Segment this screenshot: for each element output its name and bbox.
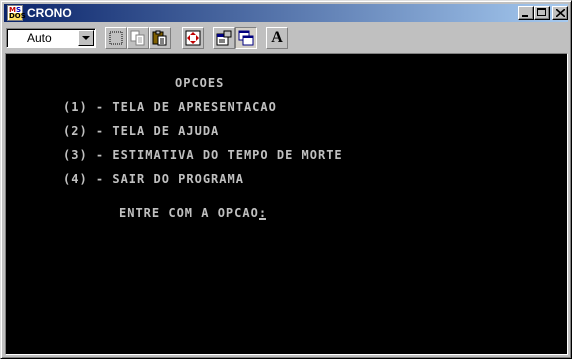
console-screen[interactable]: OPCOES (1) - TELA DE APRESENTACAO (2) - … bbox=[5, 53, 568, 355]
menu-option: (2) - TELA DE AJUDA bbox=[63, 124, 220, 138]
text-cursor bbox=[259, 218, 266, 220]
menu-heading: OPCOES bbox=[175, 76, 225, 90]
close-icon bbox=[556, 9, 565, 17]
maximize-icon bbox=[537, 8, 546, 16]
mark-icon bbox=[109, 31, 123, 45]
ms-dos-icon[interactable]: M S DOS bbox=[7, 5, 26, 21]
menu-option: (3) - ESTIMATIVA DO TEMPO DE MORTE bbox=[63, 148, 343, 162]
dropdown-button[interactable] bbox=[78, 30, 94, 46]
chevron-down-icon bbox=[82, 36, 90, 40]
copy-button[interactable] bbox=[127, 27, 149, 49]
font-size-select[interactable]: Auto bbox=[6, 28, 96, 48]
close-button[interactable] bbox=[552, 6, 568, 20]
background-button[interactable] bbox=[235, 27, 257, 49]
fullscreen-icon bbox=[185, 30, 201, 46]
title-bar[interactable]: M S DOS CRONO bbox=[4, 4, 568, 22]
paste-icon bbox=[152, 30, 167, 46]
menu-option: (4) - SAIR DO PROGRAMA bbox=[63, 172, 244, 186]
properties-icon bbox=[216, 30, 232, 46]
input-prompt: ENTRE COM A OPCAO: bbox=[119, 206, 268, 220]
fullscreen-button[interactable] bbox=[182, 27, 204, 49]
font-icon: A bbox=[271, 29, 283, 46]
toolbar: Auto A bbox=[4, 25, 568, 51]
mark-button[interactable] bbox=[105, 27, 127, 49]
background-icon bbox=[238, 30, 254, 46]
font-size-value: Auto bbox=[27, 31, 52, 45]
paste-button[interactable] bbox=[149, 27, 171, 49]
window-title: CRONO bbox=[27, 6, 72, 20]
font-button[interactable]: A bbox=[266, 27, 288, 49]
menu-option: (1) - TELA DE APRESENTACAO bbox=[63, 100, 277, 114]
maximize-button[interactable] bbox=[534, 6, 550, 20]
minimize-icon bbox=[522, 15, 528, 17]
dos-window: M S DOS CRONO Auto A OPCOES (1) - TELA D… bbox=[0, 0, 572, 359]
properties-button[interactable] bbox=[213, 27, 235, 49]
copy-icon bbox=[130, 30, 145, 46]
minimize-button[interactable] bbox=[518, 6, 534, 20]
